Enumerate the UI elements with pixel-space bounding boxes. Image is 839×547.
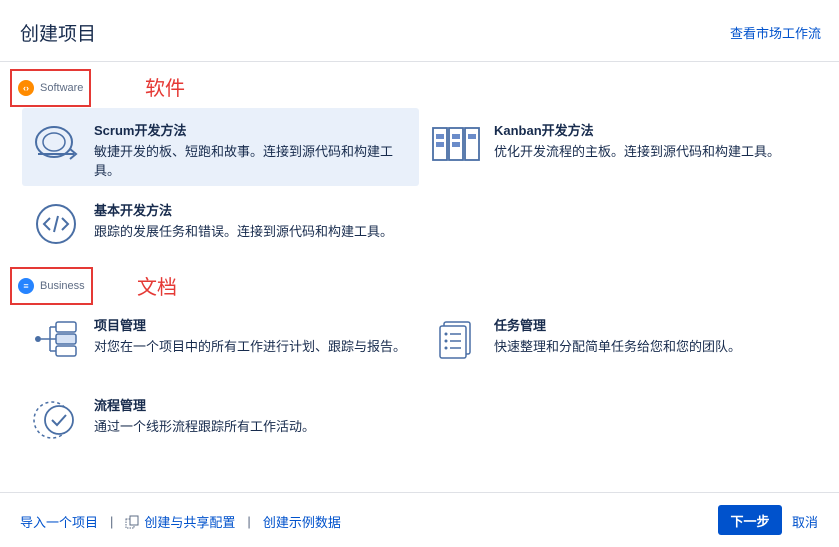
market-workflow-link[interactable]: 查看市场工作流 [730, 23, 821, 42]
task-card-desc: 快速整理和分配简单任务给您和您的团队。 [494, 339, 742, 354]
footer-links: 导入一个项目 | 创建与共享配置 | 创建示例数据 [20, 512, 341, 531]
basic-card-title: 基本开发方法 [94, 203, 173, 218]
task-card-title: 任务管理 [494, 318, 547, 333]
footer-separator: | [247, 514, 251, 529]
import-project-link[interactable]: 导入一个项目 [20, 512, 98, 531]
basic-card-desc: 跟踪的发展任务和错误。连接到源代码和构建工具。 [94, 224, 394, 239]
process-management-card[interactable]: 流程管理 通过一个线形流程跟踪所有工作活动。 [22, 383, 419, 461]
scrum-template-card[interactable]: Scrum开发方法 敏捷开发的板、短跑和故事。连接到源代码和构建工具。 [22, 108, 419, 186]
business-section-tag: ≡ Business [10, 267, 93, 305]
basic-template-card[interactable]: 基本开发方法 跟踪的发展任务和错误。连接到源代码和构建工具。 [22, 188, 419, 266]
software-section-tag: ‹› Software [10, 69, 92, 107]
scrum-card-desc: 敏捷开发的板、短跑和故事。连接到源代码和构建工具。 [94, 144, 394, 178]
process-check-icon [30, 393, 82, 445]
software-tag-label: Software [40, 82, 84, 94]
kanban-board-icon [430, 118, 482, 170]
scrum-card-title: Scrum开发方法 [94, 123, 187, 138]
dialog-title: 创建项目 [20, 24, 97, 45]
scrum-cycle-icon [30, 118, 82, 170]
footer-separator: | [110, 514, 114, 529]
next-button[interactable]: 下一步 [718, 505, 782, 535]
share-config-label: 创建与共享配置 [144, 515, 236, 530]
code-brackets-icon [30, 198, 82, 250]
business-tag-label: Business [40, 280, 85, 292]
software-code-icon: ‹› [18, 80, 34, 96]
kanban-template-card[interactable]: Kanban开发方法 优化开发流程的主板。连接到源代码和构建工具。 [422, 108, 832, 186]
business-doc-icon: ≡ [18, 278, 34, 294]
dialog-header: 创建项目 查看市场工作流 [0, 0, 839, 62]
kanban-card-desc: 优化开发流程的主板。连接到源代码和构建工具。 [494, 144, 781, 159]
dialog-footer: 导入一个项目 | 创建与共享配置 | 创建示例数据 下一步 取消 [0, 492, 839, 547]
project-management-card[interactable]: 项目管理 对您在一个项目中的所有工作进行计划、跟踪与报告。 [22, 303, 419, 381]
process-card-title: 流程管理 [94, 398, 147, 413]
share-config-icon [125, 515, 139, 529]
task-list-icon [430, 313, 482, 365]
project-tree-icon [30, 313, 82, 365]
task-management-card[interactable]: 任务管理 快速整理和分配简单任务给您和您的团队。 [422, 303, 832, 381]
business-annotation: 文档 [137, 277, 177, 299]
project-card-title: 项目管理 [94, 318, 147, 333]
share-config-link[interactable]: 创建与共享配置 [125, 512, 235, 531]
kanban-card-title: Kanban开发方法 [494, 123, 594, 138]
software-annotation: 软件 [145, 78, 185, 100]
sample-data-link[interactable]: 创建示例数据 [263, 512, 341, 531]
process-card-desc: 通过一个线形流程跟踪所有工作活动。 [94, 419, 316, 434]
cancel-button[interactable]: 取消 [792, 512, 818, 531]
project-card-desc: 对您在一个项目中的所有工作进行计划、跟踪与报告。 [94, 339, 407, 354]
